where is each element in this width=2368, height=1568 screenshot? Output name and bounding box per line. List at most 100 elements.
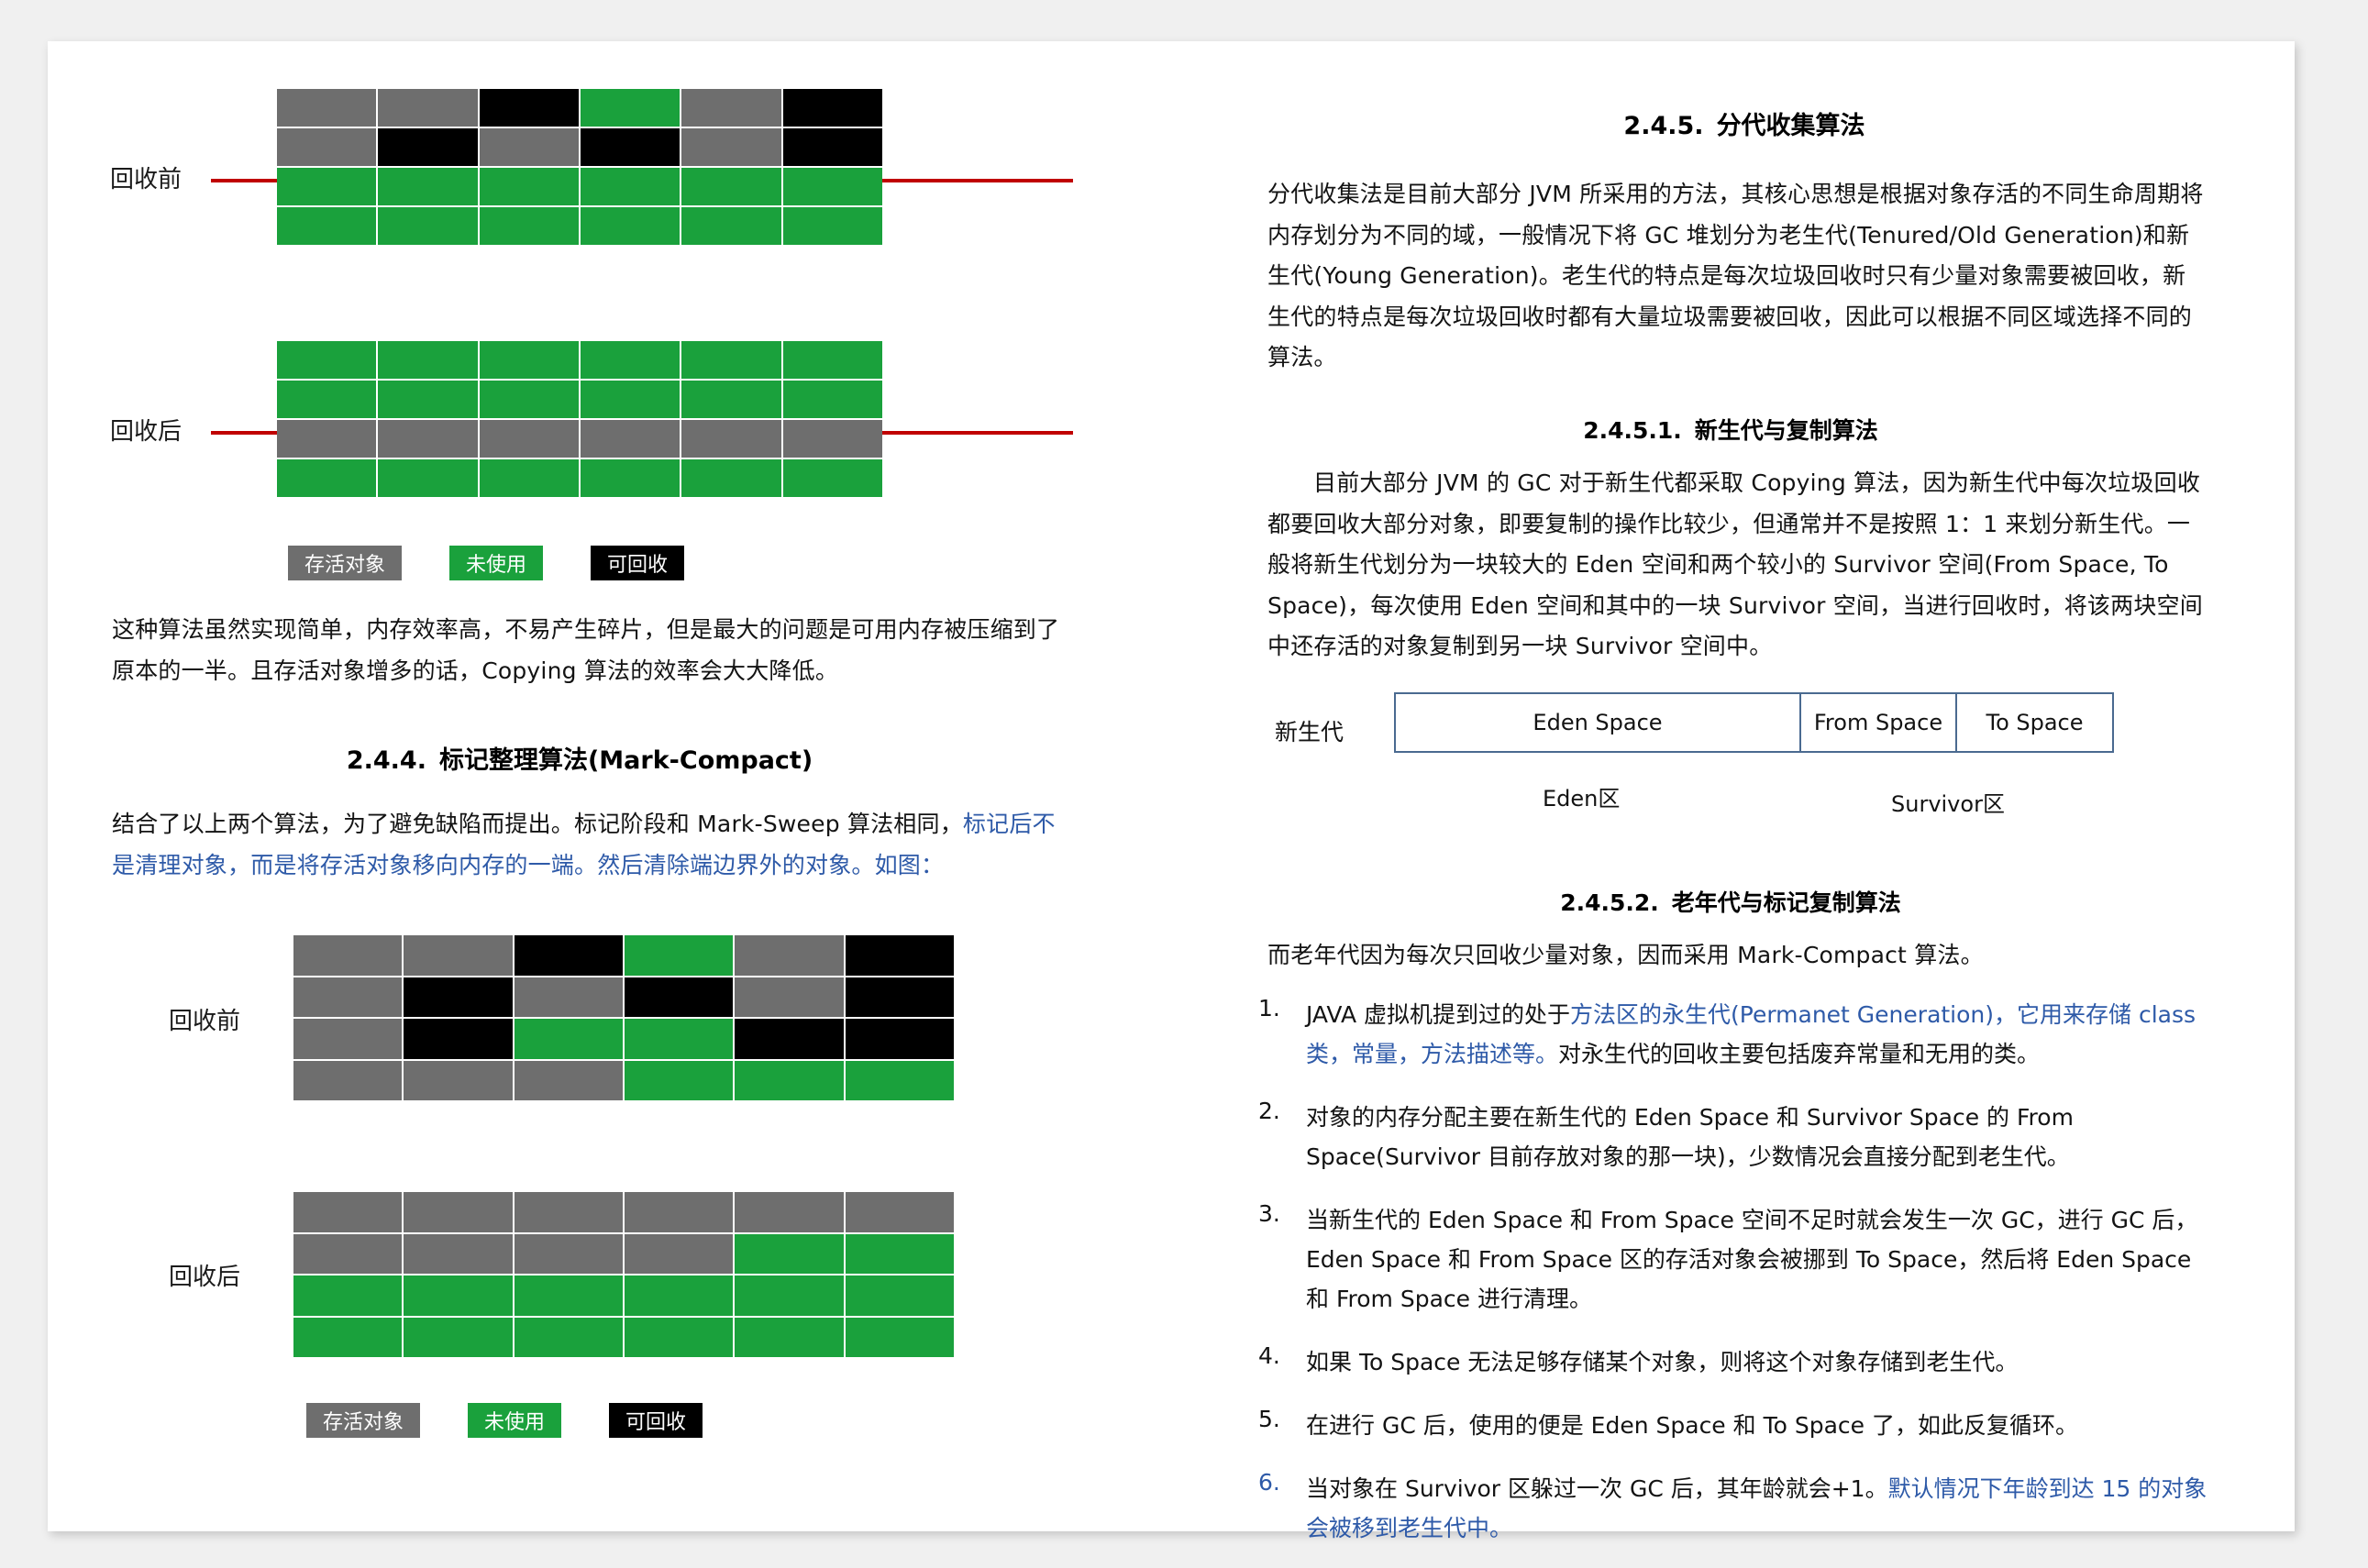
memory-cell — [735, 1275, 843, 1316]
memory-cell — [277, 89, 376, 127]
memory-cell — [277, 459, 376, 497]
memory-cell — [581, 381, 680, 418]
eden-space-segment: Eden Space — [1396, 694, 1799, 751]
memory-cell — [681, 459, 780, 497]
section-2452-number: 2.4.5.2. — [1560, 889, 1659, 916]
section-2451-paragraph: 目前大部分 JVM 的 GC 对于新生代都采取 Copying 算法，因为新生代… — [1267, 463, 2208, 668]
mark-compact-paragraph: 结合了以上两个算法，为了避免缺陷而提出。标记阶段和 Mark-Sweep 算法相… — [112, 804, 1066, 886]
memory-cell — [581, 341, 680, 379]
memory-cell — [378, 459, 477, 497]
list-item-plain: 对象的内存分配主要在新生代的 Eden Space 和 Survivor Spa… — [1306, 1104, 2074, 1170]
memory-cell — [515, 1061, 623, 1101]
right-column: 2.4.5.分代收集算法 分代收集法是目前大部分 JVM 所采用的方法，其核心思… — [1267, 60, 2258, 1508]
mark-compact-before-diagram: 回收前 — [94, 922, 1102, 1151]
list-item-number: 6. — [1249, 1469, 1306, 1548]
memory-cell — [277, 381, 376, 418]
memory-cell — [480, 459, 579, 497]
memory-cell — [515, 1234, 623, 1275]
memory-cell — [277, 420, 376, 458]
memory-cell — [581, 420, 680, 458]
list-item: 1.JAVA 虚拟机提到过的处于方法区的永生代(Permanet Generat… — [1249, 995, 2212, 1074]
memory-cell — [581, 459, 680, 497]
memory-cell — [783, 207, 882, 245]
memory-cell — [783, 459, 882, 497]
memory-cell — [783, 89, 882, 127]
memory-cell — [581, 207, 680, 245]
memory-cell — [846, 1275, 954, 1316]
memory-cell — [404, 1019, 512, 1059]
section-2451-number: 2.4.5.1. — [1583, 417, 1682, 444]
memory-cell — [625, 1192, 733, 1232]
list-item-plain: 如果 To Space 无法足够存储某个对象，则将这个对象存储到老生代。 — [1306, 1349, 2018, 1375]
copying-after-label: 回收后 — [110, 413, 182, 447]
from-space-segment: From Space — [1799, 694, 1955, 751]
memory-cell — [625, 1318, 733, 1358]
list-item-text: 在进行 GC 后，使用的便是 Eden Space 和 To Space 了，如… — [1306, 1406, 2212, 1445]
memory-cell — [293, 1318, 402, 1358]
memory-cell — [681, 128, 780, 166]
memory-cell — [378, 89, 477, 127]
list-item-plain: JAVA 虚拟机提到过的处于 — [1306, 1001, 1570, 1028]
list-item: 3.当新生代的 Eden Space 和 From Space 空间不足时就会发… — [1249, 1200, 2212, 1319]
section-2452-title: 老年代与标记复制算法 — [1672, 889, 1901, 916]
memory-cell — [681, 89, 780, 127]
memory-cell — [783, 341, 882, 379]
memory-cell — [783, 168, 882, 205]
mark-compact-after-grid — [293, 1192, 954, 1357]
memory-cell — [625, 1019, 733, 1059]
memory-cell — [378, 341, 477, 379]
memory-cell — [681, 341, 780, 379]
section-245-number: 2.4.5. — [1623, 112, 1703, 140]
list-item: 5.在进行 GC 后，使用的便是 Eden Space 和 To Space 了… — [1249, 1406, 2212, 1445]
memory-cell — [277, 207, 376, 245]
list-item-number: 4. — [1249, 1342, 1306, 1382]
memory-cell — [846, 1318, 954, 1358]
section-2452-paragraph: 而老年代因为每次只回收少量对象，因而采用 Mark-Compact 算法。 — [1267, 935, 2208, 977]
memory-cell — [277, 128, 376, 166]
list-item: 2.对象的内存分配主要在新生代的 Eden Space 和 Survivor S… — [1249, 1098, 2212, 1176]
section-245-heading: 2.4.5. 分代收集算法 — [1267, 105, 2221, 141]
memory-cell — [681, 420, 780, 458]
memory-cell — [480, 341, 579, 379]
copying-after-grid — [277, 341, 882, 497]
memory-cell — [846, 1061, 954, 1101]
section-2451-heading: 2.4.5.1. 新生代与复制算法 — [1267, 413, 2194, 446]
mark-compact-before-grid — [293, 935, 954, 1100]
memory-cell — [735, 977, 843, 1018]
memory-cell — [378, 381, 477, 418]
memory-cell — [846, 977, 954, 1018]
list-item: 6.当对象在 Survivor 区躲过一次 GC 后，其年龄就会+1。默认情况下… — [1249, 1469, 2212, 1548]
to-space-segment: To Space — [1955, 694, 2112, 751]
list-item-text: JAVA 虚拟机提到过的处于方法区的永生代(Permanet Generatio… — [1306, 995, 2212, 1074]
list-item-number: 5. — [1249, 1406, 1306, 1445]
section-2451-title: 新生代与复制算法 — [1695, 417, 1878, 444]
list-item-number: 3. — [1249, 1200, 1306, 1319]
legend-item-green: 未使用 — [449, 546, 543, 580]
legend-item-gray: 存活对象 — [306, 1403, 420, 1438]
memory-cell — [277, 341, 376, 379]
memory-cell — [735, 1234, 843, 1275]
memory-cell — [378, 207, 477, 245]
memory-cell — [625, 1061, 733, 1101]
section-245-title: 分代收集算法 — [1717, 112, 1865, 140]
memory-cell — [625, 1234, 733, 1275]
memory-cell — [404, 977, 512, 1018]
copying-after-diagram: 回收后 — [94, 307, 1102, 546]
memory-cell — [581, 89, 680, 127]
list-item: 4.如果 To Space 无法足够存储某个对象，则将这个对象存储到老生代。 — [1249, 1342, 2212, 1382]
eden-survivor-diagram: 新生代 Eden Space From Space To Space Eden区… — [1267, 692, 2221, 857]
memory-cell — [404, 935, 512, 976]
list-item-text: 当新生代的 Eden Space 和 From Space 空间不足时就会发生一… — [1306, 1200, 2212, 1319]
memory-cell — [293, 935, 402, 976]
memory-cell — [846, 1234, 954, 1275]
mark-compact-heading-number: 2.4.4. — [347, 746, 426, 775]
memory-cell — [480, 420, 579, 458]
left-column: 回收前 回收后 存活对象未使用可回收 这种算法虽然实现简单，内存效率高，不易产生… — [94, 60, 1102, 1508]
eden-space-box: Eden Space From Space To Space — [1394, 692, 2114, 753]
memory-cell — [293, 1061, 402, 1101]
memory-cell — [480, 207, 579, 245]
mark-compact-heading: 2.4.4.标记整理算法(Mark-Compact) — [94, 740, 1066, 776]
memory-cell — [480, 168, 579, 205]
memory-cell — [625, 935, 733, 976]
list-item-text: 如果 To Space 无法足够存储某个对象，则将这个对象存储到老生代。 — [1306, 1342, 2212, 1382]
